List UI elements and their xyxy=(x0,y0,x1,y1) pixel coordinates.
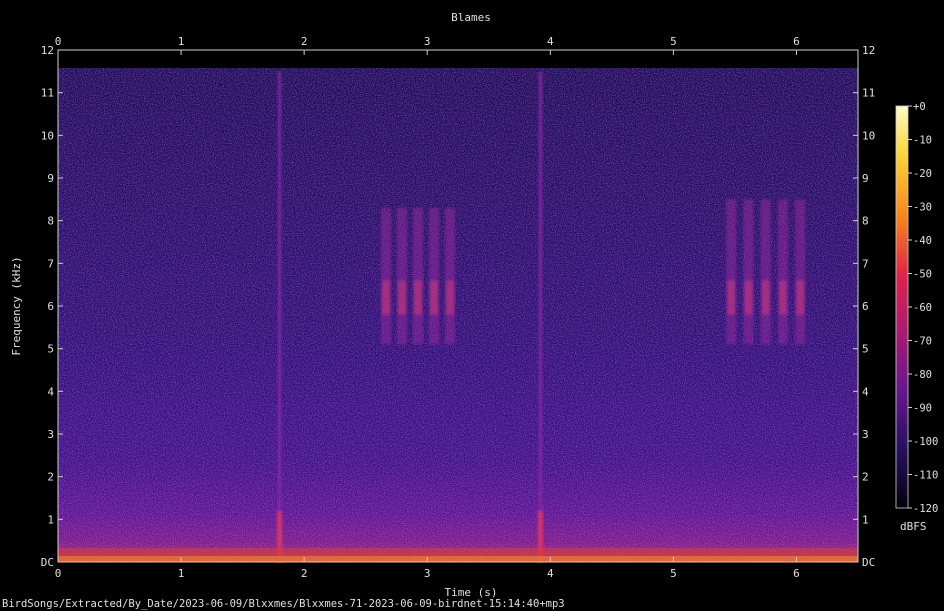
x-tick-label-bottom: 1 xyxy=(178,567,185,580)
y-tick-label-right: DC xyxy=(862,556,875,569)
broadband-click xyxy=(538,71,542,562)
y-tick-label-left: 7 xyxy=(47,257,54,270)
call-element xyxy=(429,207,439,345)
y-tick-label-left: 11 xyxy=(41,87,54,100)
x-tick-label-top: 4 xyxy=(547,35,554,48)
call-element-core xyxy=(744,280,753,315)
y-tick-label-left: 5 xyxy=(47,343,54,356)
y-tick-label-right: 3 xyxy=(862,428,869,441)
y-tick-label-right: 1 xyxy=(862,513,869,526)
x-tick-label-top: 3 xyxy=(424,35,431,48)
x-tick-label-bottom: 5 xyxy=(670,567,677,580)
colorbar: +0 -10 -20 -30 -40 -50 -60 -70 -80 -90 -100 -110 -12… xyxy=(895,101,938,533)
y-tick-label-right: 11 xyxy=(862,87,875,100)
dc-band xyxy=(58,556,858,562)
y-tick-label-right: 6 xyxy=(862,300,869,313)
y-tick-label-right: 12 xyxy=(862,44,875,57)
call-element-core xyxy=(414,280,422,315)
y-tick-label-right: 2 xyxy=(862,471,869,484)
colorbar-ticks: +0 -10 -20 -30 -40 -50 -60 -70 -80 -90 -100 -110 -12… xyxy=(908,101,938,515)
spectrogram-noise xyxy=(58,68,858,562)
call-element xyxy=(760,199,771,345)
call-element-core xyxy=(761,280,770,315)
call-element-core xyxy=(446,280,454,315)
x-tick-label-bottom: 4 xyxy=(547,567,554,580)
call-element xyxy=(413,207,423,345)
broadband-click xyxy=(278,71,282,562)
x-tick-label-bottom: 3 xyxy=(424,567,431,580)
colorbar-tick-label: -80 xyxy=(913,369,932,381)
y-tick-label-right: 10 xyxy=(862,129,875,142)
chart-title: Blames xyxy=(451,11,491,24)
call-element-core xyxy=(430,280,438,315)
y-tick-label-left: 4 xyxy=(47,385,54,398)
y-tick-label-left: 3 xyxy=(47,428,54,441)
y-tick-label-left: DC xyxy=(41,556,54,569)
file-path: BirdSongs/Extracted/By_Date/2023-06-09/B… xyxy=(2,598,565,610)
y-tick-label-right: 4 xyxy=(862,385,869,398)
y-tick-label-right: 7 xyxy=(862,257,869,270)
spectrogram-figure: Blames 00112233445566DC DC1 12 23 34 45 56 67 78… xyxy=(2,11,938,610)
call-element-core xyxy=(398,280,406,315)
y-tick-label-right: 5 xyxy=(862,343,869,356)
call-element xyxy=(445,207,455,345)
colorbar-label: dBFS xyxy=(900,520,927,533)
colorbar-tick-label: -30 xyxy=(913,202,932,214)
call-element-core xyxy=(778,280,787,315)
x-tick-label-top: 6 xyxy=(793,35,800,48)
y-tick-label-left: 10 xyxy=(41,129,54,142)
y-tick-label-left: 1 xyxy=(47,513,54,526)
colorbar-tick-label: +0 xyxy=(913,101,926,113)
colorbar-tick-label: -60 xyxy=(913,302,932,314)
call-element xyxy=(381,207,391,345)
plot-area xyxy=(57,49,859,563)
call-element-core xyxy=(727,280,736,315)
colorbar-tick-label: -10 xyxy=(913,135,932,147)
colorbar-tick-label: -20 xyxy=(913,168,932,180)
x-tick-label-bottom: 6 xyxy=(793,567,800,580)
y-tick-label-left: 2 xyxy=(47,471,54,484)
x-tick-label-top: 1 xyxy=(178,35,185,48)
colorbar-tick-label: -90 xyxy=(913,403,932,415)
y-tick-label-left: 9 xyxy=(47,172,54,185)
y-tick-label-right: 9 xyxy=(862,172,869,185)
y-tick-label-left: 8 xyxy=(47,215,54,228)
x-tick-label-bottom: 2 xyxy=(301,567,308,580)
y-tick-label-right: 8 xyxy=(862,215,869,228)
y-axis-label: Frequency (kHz) xyxy=(10,256,23,355)
call-element xyxy=(795,199,806,345)
call-element-core xyxy=(796,280,805,315)
colorbar-tick-label: -110 xyxy=(913,470,938,482)
call-element-core xyxy=(382,280,390,315)
colorbar-tick-label: -50 xyxy=(913,269,932,281)
colorbar-tick-label: -40 xyxy=(913,235,932,247)
y-tick-label-left: 12 xyxy=(41,44,54,57)
y-tick-label-left: 6 xyxy=(47,300,54,313)
call-element xyxy=(777,199,788,345)
x-tick-label-bottom: 0 xyxy=(55,567,62,580)
x-tick-label-top: 0 xyxy=(55,35,62,48)
call-element xyxy=(726,199,737,345)
x-tick-label-top: 2 xyxy=(301,35,308,48)
colorbar-gradient xyxy=(896,106,908,508)
x-tick-label-top: 5 xyxy=(670,35,677,48)
colorbar-tick-label: -70 xyxy=(913,336,932,348)
colorbar-tick-label: -120 xyxy=(913,503,938,515)
call-element xyxy=(397,207,407,345)
call-element xyxy=(743,199,754,345)
colorbar-tick-label: -100 xyxy=(913,436,938,448)
